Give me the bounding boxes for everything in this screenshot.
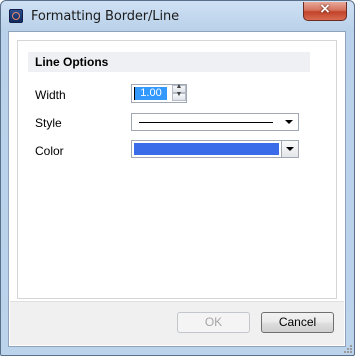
solid-line-preview <box>139 122 273 123</box>
color-swatch <box>134 143 279 155</box>
dropdown-arrow-icon <box>285 120 293 124</box>
chevron-down-icon: ▼ <box>175 91 183 98</box>
section-header: Line Options <box>28 52 310 72</box>
content-panel: Line Options Width 1.00 ▲ ▼ Style Color <box>17 40 337 299</box>
close-button[interactable]: × <box>303 1 347 21</box>
dialog-window: Formatting Border/Line × Line Options Wi… <box>0 0 355 356</box>
section-title: Line Options <box>35 55 109 69</box>
width-label: Width <box>35 88 66 102</box>
color-dropdown-button[interactable] <box>281 141 298 157</box>
spin-down-button[interactable]: ▼ <box>172 91 186 101</box>
dropdown-arrow-icon <box>286 147 294 151</box>
button-bar: OK Cancel <box>10 301 344 345</box>
window-title: Formatting Border/Line <box>31 9 179 24</box>
ok-button[interactable]: OK <box>177 312 250 333</box>
style-dropdown[interactable] <box>131 113 299 131</box>
resize-grip-icon[interactable] <box>343 344 353 354</box>
dialog-client-area: Line Options Width 1.00 ▲ ▼ Style Color <box>8 31 346 347</box>
style-label: Style <box>35 116 62 130</box>
color-label: Color <box>35 144 64 158</box>
width-input[interactable]: 1.00 <box>135 87 167 100</box>
cancel-button[interactable]: Cancel <box>261 312 334 333</box>
color-picker[interactable] <box>131 140 299 158</box>
app-icon <box>9 9 23 23</box>
width-spinner[interactable]: 1.00 ▲ ▼ <box>131 83 187 103</box>
title-bar[interactable]: Formatting Border/Line × <box>1 1 354 32</box>
chevron-up-icon: ▲ <box>175 83 183 90</box>
close-icon: × <box>319 1 331 17</box>
